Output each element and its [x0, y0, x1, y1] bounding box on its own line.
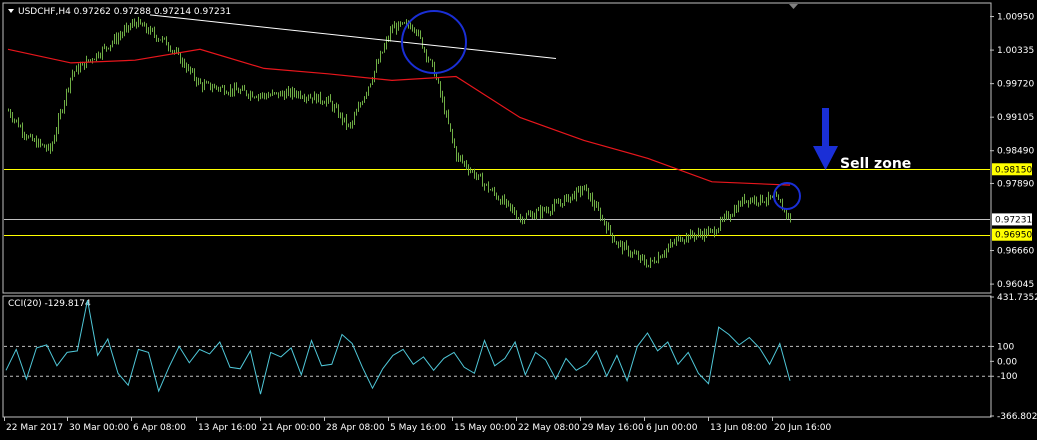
down-arrow-icon: [813, 108, 838, 170]
price-tick-label: 1.00335: [997, 46, 1034, 56]
time-tick-label: 13 Apr 16:00: [198, 423, 257, 433]
chart-canvas[interactable]: USDCHF,H4 0.97262 0.97288 0.97214 0.9723…: [0, 0, 1037, 440]
level-price-label: 0.97231: [995, 215, 1032, 225]
ma-touch-circle-annotation: [773, 182, 801, 210]
sell-zone-label: Sell zone: [840, 156, 911, 172]
time-tick-label: 22 May 08:00: [518, 423, 580, 433]
time-tick-label: 5 May 16:00: [390, 423, 446, 433]
time-axis: 22 Mar 2017 30 Mar 00:00 6 Apr 08:00 13 Apr…: [4, 417, 831, 433]
time-tick-label: 6 Jun 00:00: [646, 423, 698, 433]
price-tick-label: 0.99105: [997, 113, 1034, 123]
time-tick-label: 30 Mar 00:00: [69, 423, 129, 433]
level-lines: [4, 169, 990, 236]
price-tick-label: 1.00950: [997, 13, 1034, 23]
price-tick-label: 0.99720: [997, 80, 1034, 90]
time-tick-label: 15 May 00:00: [454, 423, 516, 433]
cci-frame: [2, 295, 992, 418]
cci-tick-label: 100: [997, 342, 1014, 352]
level-price-label: 0.96950: [995, 231, 1032, 241]
time-tick-label: 28 Apr 08:00: [326, 423, 385, 433]
time-tick-label: 29 May 16:00: [582, 423, 644, 433]
cci-line: [5, 300, 791, 395]
moving-average-line: [7, 48, 791, 186]
price-tick-label: 0.96660: [997, 247, 1034, 257]
price-tick-label: 0.96045: [997, 280, 1034, 290]
time-tick-label: 13 Jun 08:00: [710, 423, 767, 433]
level-price-label: 0.98150: [995, 165, 1032, 175]
main-chart-frame: [2, 2, 992, 294]
price-tick-label: 0.98490: [997, 147, 1034, 157]
cci-tick-label: -100: [997, 372, 1018, 382]
time-tick-label: 21 Apr 00:00: [262, 423, 321, 433]
cci-tick-label: 431.7352: [997, 293, 1037, 303]
chart-window: USDCHF,H4 0.97262 0.97288 0.97214 0.9723…: [0, 0, 1037, 440]
candles: [8, 16, 791, 268]
moving-average-layer: [7, 48, 791, 186]
cci-tick-label: -366.8026: [997, 412, 1037, 422]
menu-triangle-icon[interactable]: [8, 9, 14, 13]
symbol-header: USDCHF,H4 0.97262 0.97288 0.97214 0.9723…: [18, 7, 231, 17]
time-tick-label: 20 Jun 16:00: [774, 423, 831, 433]
price-axis: 1.00950 1.00335 0.99720 0.99105 0.98490 0.978…: [990, 13, 1034, 290]
price-tick-label: 0.97890: [997, 179, 1034, 189]
time-tick-label: 22 Mar 2017: [6, 423, 63, 433]
cci-header: CCI(20) -129.8174: [8, 299, 91, 309]
time-tick-label: 6 Apr 08:00: [133, 423, 186, 433]
shift-marker-icon[interactable]: [789, 4, 798, 9]
cci-tick-label: 0.00: [997, 357, 1017, 367]
cci-layer: 431.7352 100 0.00 -100 -366.8026: [4, 293, 1037, 422]
